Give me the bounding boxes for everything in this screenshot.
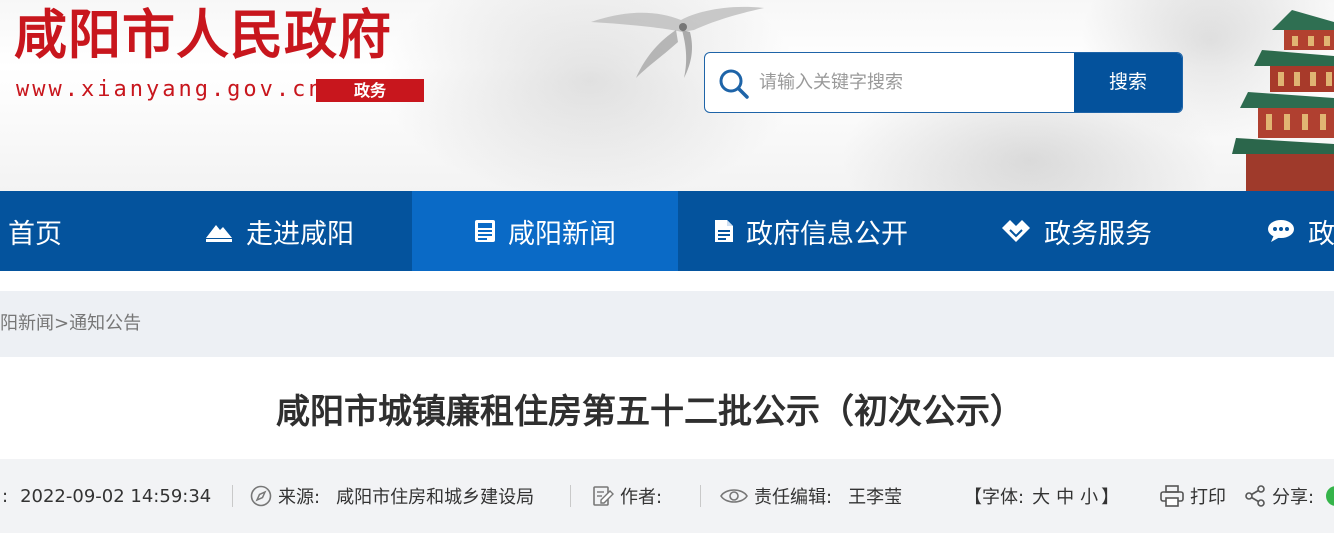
nav-item-news[interactable]: 咸阳新闻 [412, 191, 678, 271]
print-button[interactable]: 打印 [1160, 459, 1226, 533]
site-url[interactable]: www.xianyang.gov.cn [16, 76, 325, 104]
eye-icon [720, 489, 748, 503]
font-large-button[interactable]: 大 [1032, 483, 1050, 509]
breadcrumb: 阳新闻>通知公告 [0, 291, 141, 357]
site-title[interactable]: 咸阳市人民政府 [14, 2, 392, 68]
font-size-control: 【字体: 大 中 小 】 [964, 459, 1119, 533]
article-author: 作者: [592, 459, 662, 533]
date-prefix: : [2, 485, 9, 507]
nav-item-gov-info[interactable]: 政府信息公开 [714, 191, 908, 271]
handshake-icon [1002, 220, 1030, 242]
search-input[interactable] [759, 53, 1077, 112]
nav-item-services[interactable]: 政务服务 [1000, 191, 1152, 271]
nav-item-interaction[interactable]: 政 [1266, 191, 1334, 271]
share-icon [1245, 485, 1265, 507]
breadcrumb-item-notices[interactable]: 通知公告 [69, 313, 141, 334]
nav-item-label: 走进咸阳 [246, 218, 354, 250]
printer-icon [1160, 485, 1184, 507]
edit-icon [593, 486, 614, 506]
article-title: 咸阳市城镇廉租住房第五十二批公示（初次公示） [276, 392, 1024, 432]
article-editor: 责任编辑: 王李莹 [720, 459, 902, 533]
author-label: 作者: [620, 487, 663, 508]
meta-divider [700, 485, 701, 507]
font-medium-button[interactable]: 中 [1056, 483, 1074, 509]
site-badge: 政务 [316, 79, 424, 102]
nav-item-label: 首页 [8, 218, 62, 250]
nav-item-about[interactable]: 走进咸阳 [204, 191, 354, 271]
font-label: 【字体: [964, 487, 1025, 508]
mountain-icon [206, 225, 232, 242]
nav-item-label: 政务服务 [1044, 218, 1152, 250]
search-button[interactable]: 搜索 [1074, 53, 1182, 112]
share-label: 分享: [1272, 487, 1315, 508]
chat-icon [1268, 220, 1294, 242]
site-header: 咸阳市人民政府 www.xianyang.gov.cn 政务 搜索 [0, 0, 1334, 191]
publish-date: : 2022-09-02 14:59:34 [2, 459, 211, 533]
nav-item-label: 咸阳新闻 [508, 218, 616, 250]
article-source: 来源: 咸阳市住房和城乡建设局 [250, 459, 534, 533]
source-label: 来源: [278, 487, 321, 508]
nav-item-label: 政府信息公开 [746, 218, 908, 250]
search-box: 搜索 [704, 52, 1183, 113]
font-close: 】 [1101, 487, 1120, 508]
breadcrumb-item-news[interactable]: 阳新闻 [0, 313, 54, 334]
main-nav: 首页 走进咸阳 咸阳新闻 政府信息公开 政务服务 政 [0, 191, 1334, 271]
editor-label: 责任编辑: [754, 487, 833, 508]
date-value: 2022-09-02 14:59:34 [20, 485, 212, 507]
font-small-button[interactable]: 小 [1080, 483, 1098, 509]
news-icon [475, 220, 495, 242]
breadcrumb-separator: > [54, 313, 70, 334]
search-icon[interactable] [717, 67, 751, 101]
print-label: 打印 [1190, 487, 1226, 508]
document-icon [715, 220, 733, 242]
compass-icon [250, 485, 272, 507]
meta-divider [570, 485, 571, 507]
wechat-share-icon[interactable] [1326, 486, 1334, 506]
share-control: 分享: [1244, 459, 1334, 533]
nav-item-label: 政 [1308, 218, 1334, 250]
editor-value: 王李莹 [848, 487, 903, 508]
nav-item-home[interactable]: 首页 [8, 191, 62, 271]
breadcrumb-bar: 阳新闻>通知公告 [0, 291, 1334, 357]
meta-divider [232, 485, 233, 507]
source-value: 咸阳市住房和城乡建设局 [336, 487, 535, 508]
pagoda-icon [1232, 10, 1334, 191]
article-meta: : 2022-09-02 14:59:34 来源: 咸阳市住房和城乡建设局 作者… [0, 459, 1334, 533]
